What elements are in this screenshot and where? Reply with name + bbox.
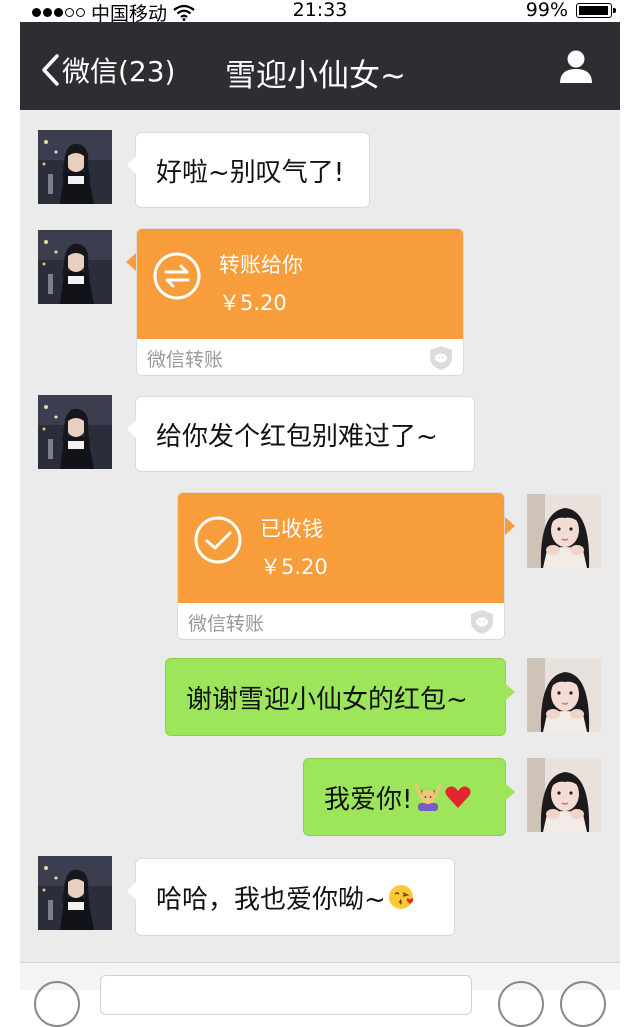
- more-button[interactable]: [560, 981, 606, 1027]
- bubble-tail: [505, 517, 515, 535]
- transfer-label: 转账给你: [219, 253, 303, 277]
- wechat-shield-icon: [471, 610, 493, 634]
- back-button[interactable]: 微信(23): [40, 50, 175, 90]
- transfer-footer: 微信转账: [188, 613, 265, 635]
- message-bubble[interactable]: 谢谢雪迎小仙女的红包~: [165, 658, 515, 736]
- message-bubble[interactable]: 给你发个红包别难过了~: [127, 396, 475, 472]
- message-text: 哈哈，我也爱你呦~: [156, 884, 386, 915]
- voice-toggle-button[interactable]: [34, 981, 80, 1027]
- back-label: 微信(23): [62, 55, 176, 88]
- status-bar: 中国移动 21:33 99%: [0, 0, 640, 25]
- self-avatar[interactable]: [527, 658, 601, 732]
- emoji-button[interactable]: [498, 981, 544, 1027]
- bubble-tail: [126, 253, 136, 271]
- contact-avatar[interactable]: [38, 130, 112, 204]
- transfer-footer: 微信转账: [147, 349, 224, 371]
- message-bubble[interactable]: 我爱你!: [303, 758, 515, 836]
- self-avatar[interactable]: [527, 758, 601, 832]
- transfer-card[interactable]: 已收钱 ￥5.20 微信转账: [177, 492, 505, 640]
- transfer-amount: ￥5.20: [219, 291, 287, 315]
- transfer-label: 已收钱: [260, 517, 323, 541]
- message-input[interactable]: [100, 975, 472, 1015]
- wechat-shield-icon: [430, 346, 452, 370]
- face-blowing-kiss-emoji: [388, 885, 414, 909]
- chat-area[interactable]: 好啦~别叹气了! 转账给你 ￥5.20 微信转账 给你发个红包别难过了~ 已收钱…: [20, 110, 620, 962]
- person-raising-hands-emoji: [414, 784, 442, 811]
- exchange-arrows-icon: [153, 252, 201, 300]
- message-text: 好啦~别叹气了!: [156, 157, 345, 188]
- frame-right-border: [620, 22, 640, 989]
- person-icon[interactable]: [558, 48, 594, 84]
- chat-navbar: 微信(23) 雪迎小仙女~: [20, 22, 620, 110]
- contact-avatar[interactable]: [38, 230, 112, 304]
- chat-title: 雪迎小仙女~: [225, 58, 406, 94]
- chevron-left-icon: [42, 54, 59, 86]
- battery-percent: 99%: [525, 0, 568, 21]
- contact-avatar[interactable]: [38, 395, 112, 469]
- message-bubble[interactable]: 哈哈，我也爱你呦~: [127, 858, 455, 936]
- transfer-amount: ￥5.20: [260, 555, 328, 579]
- frame-left-border: [0, 22, 20, 989]
- battery-icon: [576, 2, 616, 18]
- checkmark-circle-icon: [194, 516, 242, 564]
- contact-avatar[interactable]: [38, 856, 112, 930]
- red-heart-emoji: [445, 786, 472, 808]
- self-avatar[interactable]: [527, 494, 601, 568]
- transfer-card[interactable]: 转账给你 ￥5.20 微信转账: [136, 228, 464, 376]
- message-text: 我爱你!: [324, 784, 413, 815]
- input-bar: [20, 962, 620, 1027]
- message-text: 谢谢雪迎小仙女的红包~: [186, 684, 468, 715]
- message-text: 给你发个红包别难过了~: [156, 421, 438, 452]
- message-bubble[interactable]: 好啦~别叹气了!: [127, 132, 370, 208]
